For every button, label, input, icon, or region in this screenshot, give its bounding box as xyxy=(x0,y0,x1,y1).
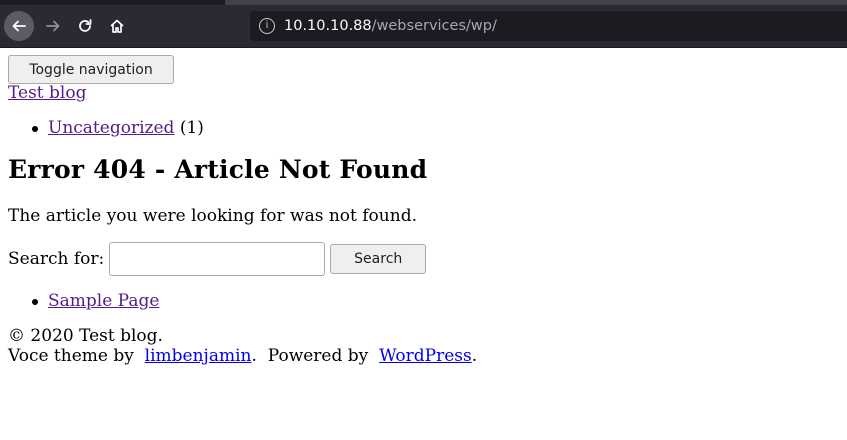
search-form: Search for: Search xyxy=(8,242,427,276)
active-tab-edge xyxy=(225,0,847,5)
forward-button[interactable] xyxy=(38,11,68,41)
browser-toolbar: i 10.10.10.88/webservices/wp/ xyxy=(0,0,847,48)
url-path: /webservices/wp/ xyxy=(371,18,497,34)
site-brand-link[interactable]: Test blog xyxy=(8,83,86,103)
list-item: Uncategorized (1) xyxy=(32,118,204,138)
toggle-navigation-button[interactable]: Toggle navigation xyxy=(8,55,174,84)
category-count: (1) xyxy=(179,118,204,138)
reload-icon xyxy=(79,19,92,32)
theme-author-link[interactable]: limbenjamin xyxy=(145,346,252,366)
page-link-sample-page[interactable]: Sample Page xyxy=(48,291,159,311)
theme-credit-text: Voce theme by xyxy=(8,346,134,366)
back-button[interactable] xyxy=(4,11,34,41)
credit-period: . xyxy=(471,346,478,366)
search-label: Search for: xyxy=(8,249,105,269)
home-icon xyxy=(110,19,124,33)
pages-list: Sample Page xyxy=(31,291,159,311)
search-input[interactable] xyxy=(109,242,326,276)
page-title: Error 404 - Article Not Found xyxy=(8,155,428,184)
credits-line: Voce theme by limbenjamin. Powered by Wo… xyxy=(8,346,477,366)
wordpress-link[interactable]: WordPress xyxy=(379,346,472,366)
footer: © 2020 Test blog. Voce theme by limbenja… xyxy=(8,326,477,366)
list-item: Sample Page xyxy=(31,291,159,311)
url-host: 10.10.10.88 xyxy=(284,18,372,34)
powered-by-text: Powered by xyxy=(267,346,369,366)
address-bar[interactable]: i 10.10.10.88/webservices/wp/ xyxy=(250,11,847,41)
category-link-uncategorized[interactable]: Uncategorized xyxy=(48,118,174,138)
not-found-message: The article you were looking for was not… xyxy=(8,206,417,226)
search-button[interactable]: Search xyxy=(330,244,427,274)
copyright-text: © 2020 Test blog. xyxy=(8,326,163,346)
category-list: Uncategorized (1) xyxy=(32,118,204,138)
credit-period: . xyxy=(251,346,257,366)
arrow-left-icon xyxy=(12,20,26,32)
arrow-right-icon xyxy=(46,20,60,32)
reload-button[interactable] xyxy=(70,11,100,41)
info-icon[interactable]: i xyxy=(259,18,275,34)
home-button[interactable] xyxy=(102,11,132,41)
